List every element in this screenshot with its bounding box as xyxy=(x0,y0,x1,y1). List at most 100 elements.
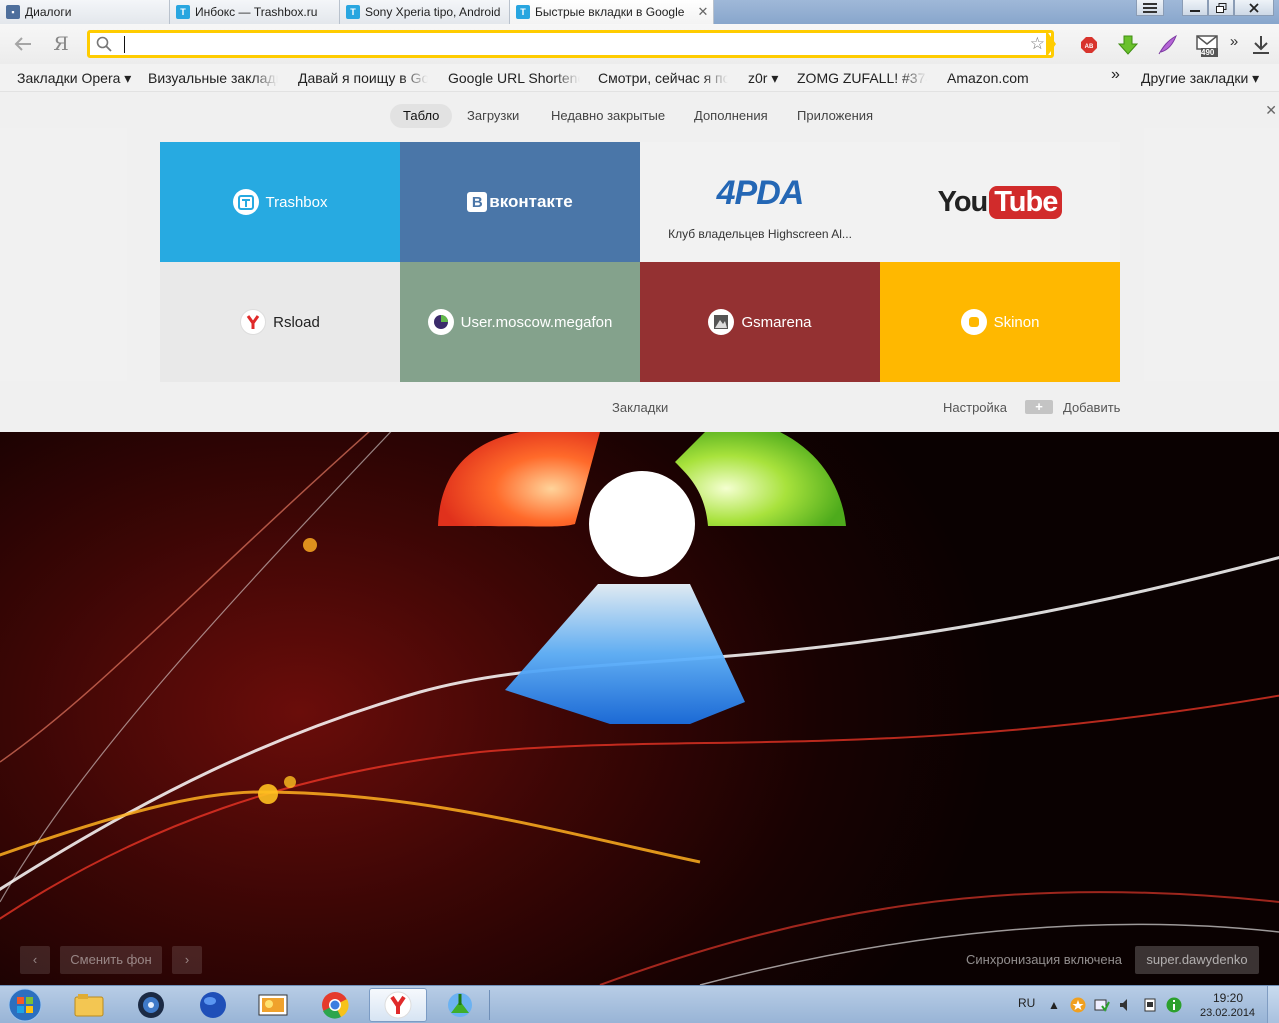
taskbar-yandex-browser[interactable] xyxy=(369,988,427,1022)
tray-usb-icon[interactable] xyxy=(1142,997,1158,1013)
start-button[interactable] xyxy=(5,986,45,1023)
tray-volume-icon[interactable] xyxy=(1118,997,1134,1013)
clock-time[interactable]: 19:20 xyxy=(1213,991,1243,1005)
vk-logo-icon: В xyxy=(467,192,488,212)
tab-inbox[interactable]: T Инбокс — Trashbox.ru xyxy=(170,0,340,24)
windows-logo-icon xyxy=(8,988,42,1022)
bookmark-amazon[interactable]: Amazon.com xyxy=(947,70,1037,86)
tile-megafon[interactable]: User.moscow.megafon xyxy=(400,262,640,382)
bookmark-z0r-folder[interactable]: z0r ▾ xyxy=(748,70,788,87)
taskbar-globe[interactable] xyxy=(184,988,242,1022)
tile-label: Rsload xyxy=(273,313,320,331)
bookmark-google-search[interactable]: Давай я поищу в Google xyxy=(298,70,428,86)
tile-vkontakte[interactable]: В вконтакте xyxy=(400,142,640,262)
tile-label: вконтакте xyxy=(489,192,573,211)
next-wallpaper-button[interactable]: › xyxy=(172,946,202,974)
add-tile-link[interactable]: Добавить xyxy=(1063,400,1120,415)
tray-star-icon[interactable] xyxy=(1070,997,1086,1013)
tile-skinon[interactable]: Skinon xyxy=(880,262,1120,382)
tab-downloads[interactable]: Загрузки xyxy=(454,104,532,128)
omnibox-arrow-icon xyxy=(1046,30,1056,58)
yandex-button[interactable]: Я xyxy=(50,33,72,55)
rsload-logo-icon xyxy=(240,309,267,335)
bookmarks-overflow-button[interactable]: » xyxy=(1111,66,1120,84)
yandex-browser-icon xyxy=(384,991,412,1019)
bookmark-zomg[interactable]: ZOMG ZUFALL! #374 xyxy=(797,70,927,86)
settings-link[interactable]: Настройка xyxy=(943,400,1007,415)
close-panel-icon[interactable]: ✕ xyxy=(1265,102,1277,119)
tab-apps[interactable]: Приложения xyxy=(784,104,886,128)
menu-button[interactable] xyxy=(1136,0,1164,16)
globe-icon xyxy=(200,992,226,1018)
trashbox-icon: T xyxy=(346,5,360,19)
tab-xperia[interactable]: T Sony Xperia tipo, Android xyxy=(340,0,510,24)
sync-user-button[interactable]: super.dawydenko xyxy=(1135,946,1259,974)
taskbar-photos[interactable] xyxy=(244,988,302,1022)
downloads-icon[interactable] xyxy=(1250,34,1272,56)
tile-4pda[interactable]: 4PDA Клуб владельцев Highscreen Al... xyxy=(640,142,880,262)
folder-icon xyxy=(74,994,104,1017)
chat-icon: ▪ xyxy=(6,5,20,19)
bookmark-visual-folder[interactable]: Визуальные закладки ▾ xyxy=(148,70,278,87)
taskbar-downloader[interactable] xyxy=(431,988,489,1022)
text-caret xyxy=(124,36,125,53)
mail-icon[interactable]: 490 xyxy=(1194,34,1220,57)
chrome-icon xyxy=(322,992,349,1019)
dashboard-tabs: Табло Загрузки Недавно закрытые Дополнен… xyxy=(0,104,1279,128)
tray-network-icon[interactable] xyxy=(1094,997,1110,1013)
other-bookmarks-folder[interactable]: Другие закладки ▾ xyxy=(1141,70,1266,87)
minimize-button[interactable] xyxy=(1182,0,1208,16)
adblock-icon[interactable]: AB xyxy=(1078,34,1100,56)
taskbar-chrome[interactable] xyxy=(306,988,364,1022)
feather-icon[interactable] xyxy=(1156,34,1178,56)
taskbar: RU ▲ 19:20 23.02.2014 xyxy=(0,985,1279,1023)
address-bar[interactable]: ☆ xyxy=(87,30,1054,58)
tile-youtube[interactable]: You Tube xyxy=(880,142,1120,262)
taskbar-explorer[interactable] xyxy=(60,988,118,1022)
menu-icon xyxy=(1143,2,1157,13)
show-desktop-button[interactable] xyxy=(1267,986,1279,1023)
tab-quick-tabs[interactable]: T Быстрые вкладки в Google ✕ xyxy=(510,0,714,24)
svg-text:AB: AB xyxy=(1085,44,1094,50)
tab-title: Диалоги xyxy=(25,5,72,19)
tile-rsload[interactable]: Rsload xyxy=(160,262,400,382)
close-tab-icon[interactable]: ✕ xyxy=(693,4,713,20)
taskbar-divider xyxy=(489,990,490,1020)
close-window-button[interactable] xyxy=(1234,0,1274,16)
tab-tablo[interactable]: Табло xyxy=(390,104,453,128)
tab-title: Sony Xperia tipo, Android xyxy=(365,5,501,19)
skinon-logo-icon xyxy=(960,309,987,335)
bookmark-opera-folder[interactable]: Закладки Opera ▾ xyxy=(17,70,132,87)
download-helper-icon[interactable] xyxy=(1117,34,1139,56)
tray-info-icon[interactable] xyxy=(1166,997,1182,1013)
tab-recently-closed[interactable]: Недавно закрытые xyxy=(538,104,678,128)
plus-icon[interactable]: + xyxy=(1025,400,1053,414)
mail-count-badge: 490 xyxy=(1201,48,1215,57)
trashbox-logo-icon xyxy=(232,189,259,215)
tile-subtitle: Клуб владельцев Highscreen Al... xyxy=(668,226,852,241)
tab-addons[interactable]: Дополнения xyxy=(681,104,781,128)
language-indicator[interactable]: RU xyxy=(1018,996,1035,1010)
restore-button[interactable] xyxy=(1208,0,1234,16)
tray-expand-icon[interactable]: ▲ xyxy=(1046,997,1062,1013)
youtube-logo: You Tube xyxy=(938,185,1063,219)
back-button[interactable] xyxy=(12,33,34,55)
bookmarks-bar: Закладки Opera ▾ Визуальные закладки ▾ Д… xyxy=(0,64,1279,92)
tile-gsmarena[interactable]: Gsmarena xyxy=(640,262,880,382)
bookmark-smotri[interactable]: Смотри, сейчас я покажу xyxy=(598,70,728,86)
bookmarks-link[interactable]: Закладки xyxy=(612,400,668,415)
taskbar-media[interactable] xyxy=(122,988,180,1022)
internet-download-icon xyxy=(448,993,472,1017)
clock-date[interactable]: 23.02.2014 xyxy=(1200,1007,1255,1019)
4pda-logo: 4PDA xyxy=(716,173,805,212)
bookmark-url-shortener[interactable]: Google URL Shortener xyxy=(448,70,580,86)
change-wallpaper-button[interactable]: Сменить фон xyxy=(60,946,162,974)
tab-dialogs[interactable]: ▪ Диалоги xyxy=(0,0,170,24)
dashboard-panel: Табло Загрузки Недавно закрытые Дополнен… xyxy=(0,92,1279,432)
tile-trashbox[interactable]: Trashbox xyxy=(160,142,400,262)
prev-wallpaper-button[interactable]: ‹ xyxy=(20,946,50,974)
address-input[interactable] xyxy=(123,35,1003,53)
tab-strip: ▪ Диалоги T Инбокс — Trashbox.ru T Sony … xyxy=(0,0,1279,24)
bookmark-star-icon[interactable]: ☆ xyxy=(1030,34,1045,54)
more-extensions-icon[interactable]: » xyxy=(1227,30,1241,52)
